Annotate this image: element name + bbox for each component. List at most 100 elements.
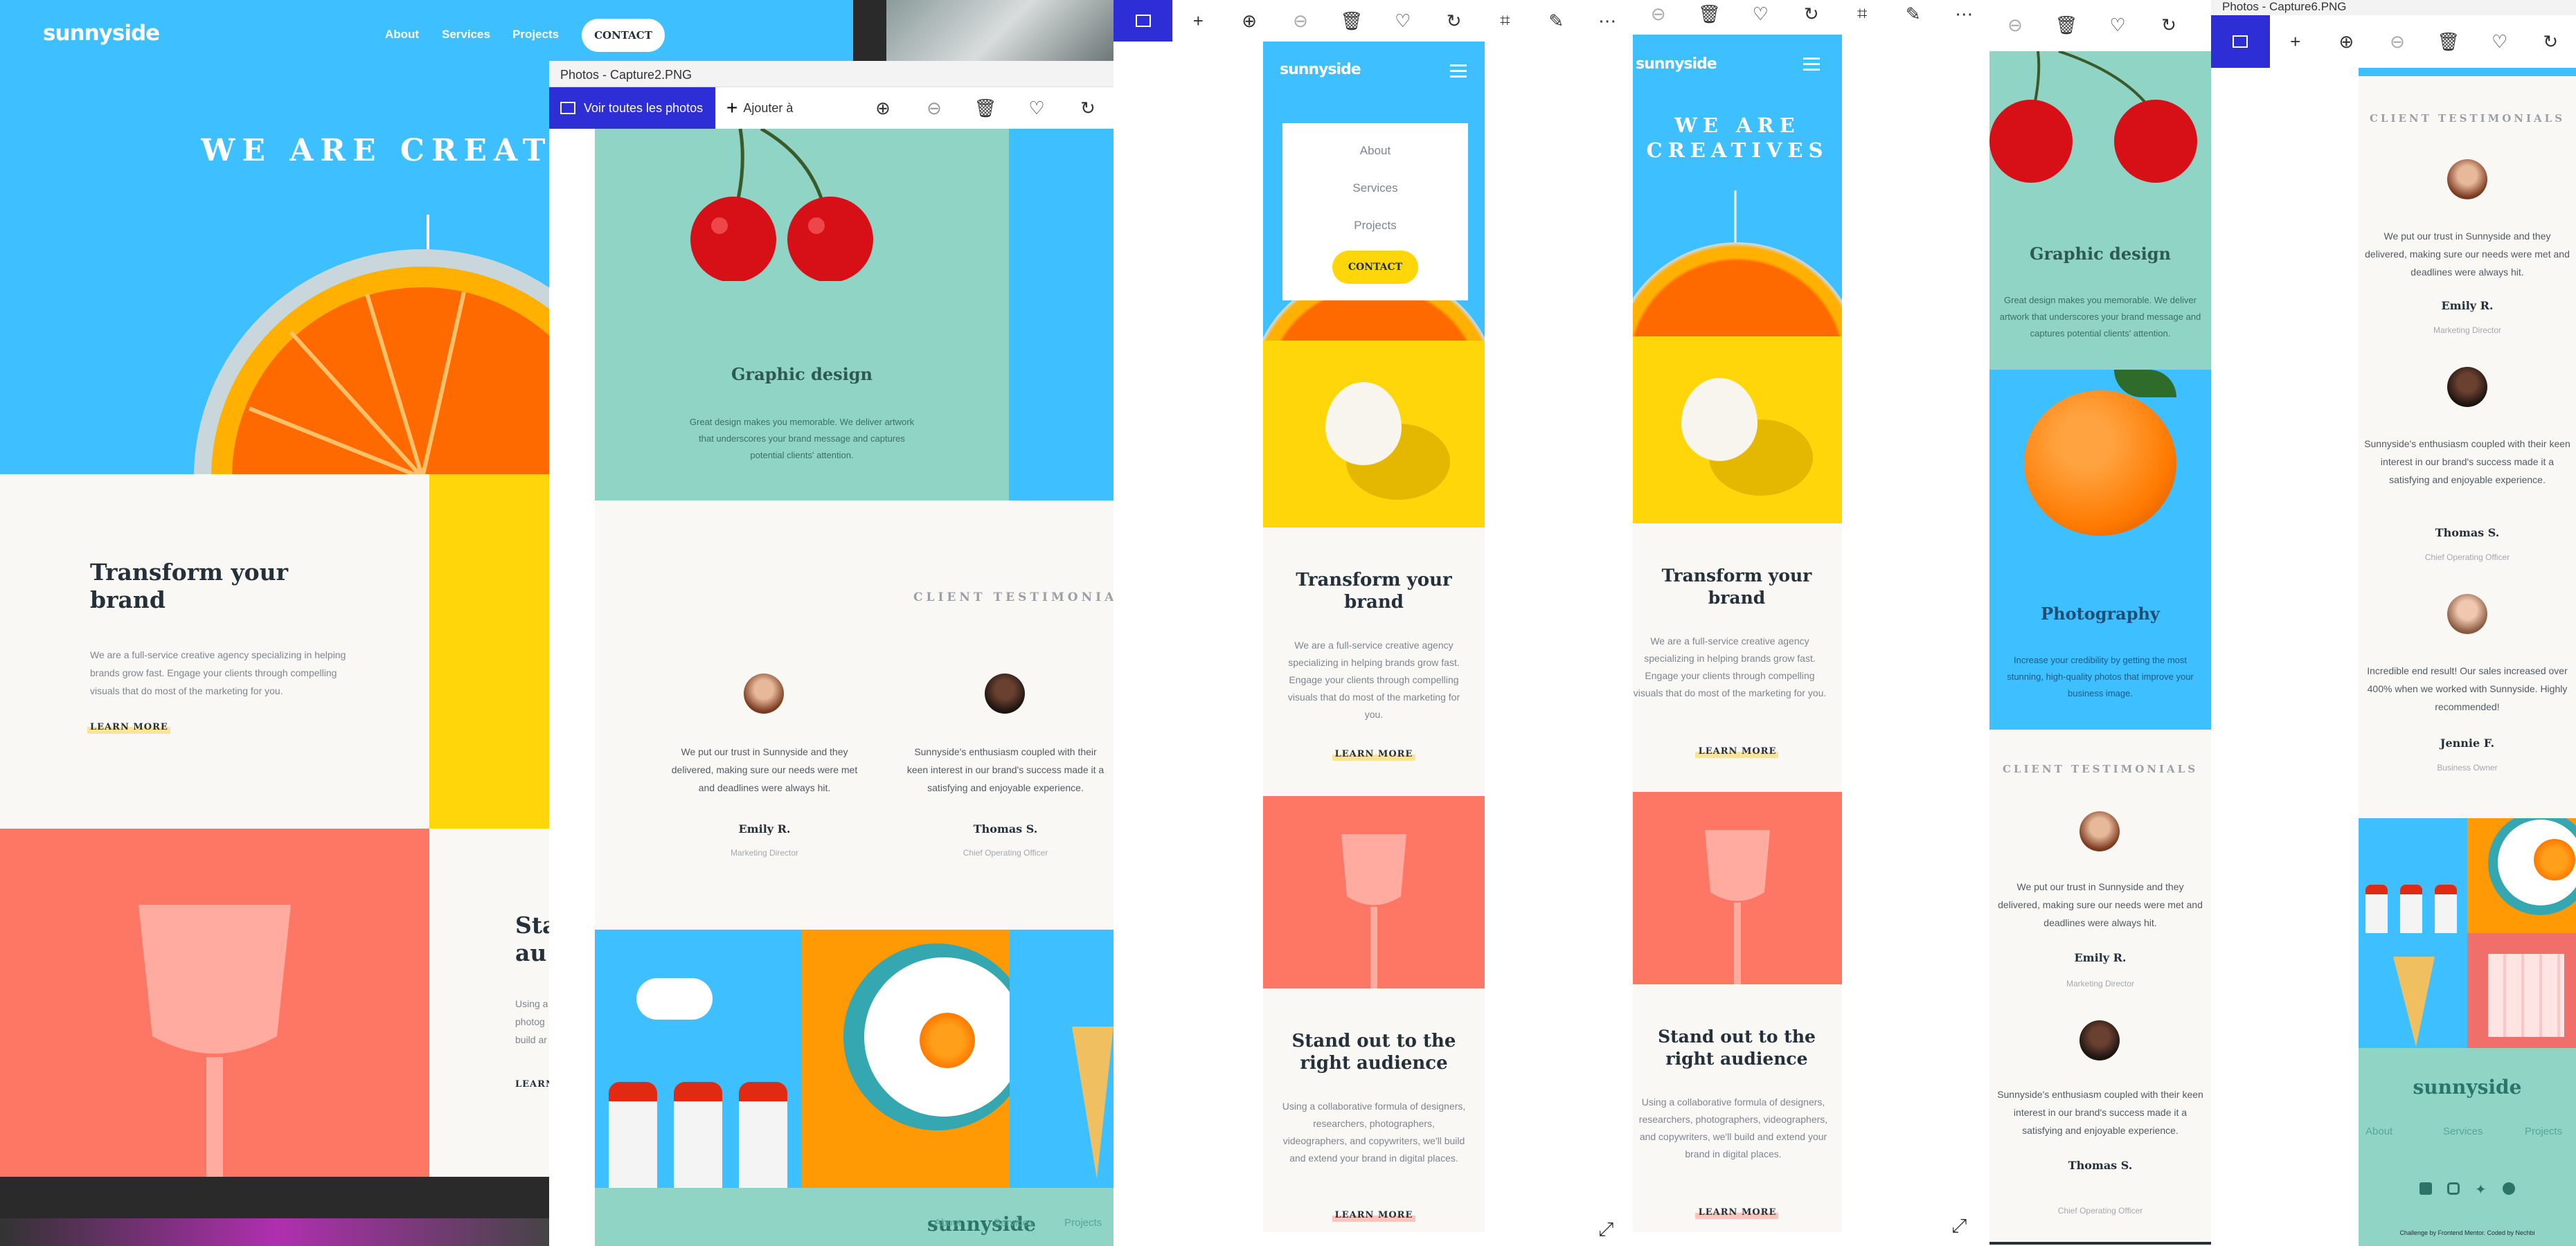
nav-projects[interactable]: Projects bbox=[512, 28, 559, 42]
favorite-icon-4[interactable]: ♡ bbox=[2107, 15, 2128, 35]
mobile-graphic-design-title: Graphic design bbox=[2030, 244, 2171, 264]
edit-icon[interactable]: ✎ bbox=[1546, 10, 1566, 31]
mobile-standout-learn-more-2[interactable]: LEARN MORE bbox=[1633, 1207, 1842, 1218]
expand-icon-2[interactable]: ⤢ bbox=[1951, 1215, 1967, 1238]
add-to-button[interactable]: + Ajouter à bbox=[726, 97, 793, 119]
favorite-icon-3[interactable]: ♡ bbox=[1751, 3, 1771, 24]
see-all-photos-button[interactable]: Voir toutes les photos bbox=[549, 87, 715, 129]
delete-icon-3[interactable]: 🗑 bbox=[1698, 3, 1721, 24]
delete-icon-4[interactable]: 🗑 bbox=[2055, 15, 2078, 35]
small-cone-image bbox=[2393, 957, 2435, 1047]
zoom-out-icon-4[interactable]: ⊖ bbox=[2005, 15, 2025, 35]
mobile-transform-section: Transform your brand We are a full-servi… bbox=[1263, 527, 1485, 796]
edit-icon-3[interactable]: ✎ bbox=[1903, 3, 1924, 24]
mobile-standout-learn-more[interactable]: LEARN MORE bbox=[1263, 1210, 1485, 1220]
mobile-avatar-emily bbox=[2079, 811, 2120, 851]
hamburger-icon[interactable] bbox=[1450, 61, 1467, 81]
plus-icon-2[interactable]: + bbox=[1188, 10, 1208, 31]
gallery-button[interactable] bbox=[1113, 0, 1173, 42]
rotate-icon-4[interactable]: ↻ bbox=[2158, 15, 2179, 35]
window-bottom-border-2 bbox=[1989, 1242, 2211, 1245]
crop-icon-3[interactable]: ⌗ bbox=[1852, 3, 1873, 24]
window-title-6: Photos - Capture6.PNG bbox=[2222, 0, 2347, 13]
mobile-learn-more[interactable]: LEARN MORE bbox=[1263, 749, 1485, 759]
mobile-egg-image-2 bbox=[1633, 336, 1842, 523]
mobile-cup-shape-icon-2 bbox=[1705, 830, 1770, 984]
gallery-orange-plate bbox=[802, 930, 1010, 1188]
delete-icon-6[interactable]: 🗑 bbox=[2437, 31, 2460, 52]
hamburger-icon-2[interactable] bbox=[1803, 54, 1820, 74]
see-all-photos-label: Voir toutes les photos bbox=[584, 100, 704, 115]
learn-more-link[interactable]: LEARN MORE bbox=[90, 722, 168, 732]
footer-services-link[interactable]: Services bbox=[994, 1217, 1034, 1229]
twitter-icon[interactable]: ✦ bbox=[2475, 1181, 2487, 1198]
zoom-out-icon-3[interactable]: ⊖ bbox=[1648, 3, 1669, 24]
zoom-out-icon-2[interactable]: ⊖ bbox=[1290, 10, 1311, 31]
full-testimonial-quote-3: Incredible end result! Our sales increas… bbox=[2367, 665, 2568, 712]
mobile-graphic-design-card: Graphic design Great design makes you me… bbox=[1989, 51, 2211, 370]
rotate-icon-2[interactable]: ↻ bbox=[1444, 10, 1465, 31]
testimonial-quote-1: We put our trust in Sunnyside and they d… bbox=[671, 746, 858, 793]
full-avatar-emily bbox=[2447, 159, 2487, 199]
photos-toolbar-3: ⊖ 🗑 ♡ ↻ ⌗ ✎ ⋯ bbox=[1633, 0, 1989, 28]
full-testimonial-name-1: Emily R. bbox=[2441, 299, 2494, 312]
pinterest-icon[interactable] bbox=[2503, 1182, 2515, 1195]
zoom-in-icon-6[interactable]: ⊕ bbox=[2336, 31, 2357, 52]
full-testimonial-role-1: Marketing Director bbox=[2433, 325, 2502, 335]
footer-about-link[interactable]: About bbox=[934, 1217, 961, 1229]
favorite-icon[interactable]: ♡ bbox=[1026, 98, 1047, 118]
nav-services[interactable]: Services bbox=[442, 28, 490, 42]
rotate-icon-6[interactable]: ↻ bbox=[2540, 31, 2561, 52]
mobile-learn-more-2[interactable]: LEARN MORE bbox=[1633, 746, 1842, 757]
full-footer-projects[interactable]: Projects bbox=[2525, 1126, 2562, 1137]
mobile-standout-section-2: Stand out to the right audience Using a … bbox=[1633, 984, 1842, 1232]
dropdown-about[interactable]: About bbox=[1282, 144, 1468, 158]
rotate-icon[interactable]: ↻ bbox=[1077, 98, 1098, 118]
full-gallery-sugar bbox=[2467, 933, 2576, 1048]
contact-button[interactable]: CONTACT bbox=[582, 19, 665, 52]
facebook-icon[interactable] bbox=[2420, 1182, 2432, 1195]
mobile-logo-2[interactable]: sunnyside bbox=[1636, 55, 1717, 73]
rotate-icon-3[interactable]: ↻ bbox=[1801, 3, 1822, 24]
plus-icon-6[interactable]: + bbox=[2285, 31, 2306, 52]
zoom-out-icon[interactable]: ⊖ bbox=[924, 98, 945, 118]
crop-icon[interactable]: ⌗ bbox=[1495, 10, 1516, 31]
full-footer-about[interactable]: About bbox=[2365, 1126, 2392, 1137]
full-testimonial-quote-1: We put our trust in Sunnyside and they d… bbox=[2365, 231, 2570, 278]
more-icon[interactable]: ⋯ bbox=[1597, 10, 1618, 31]
instagram-icon[interactable] bbox=[2447, 1182, 2460, 1195]
mobile-page: sunnyside About Services Projects CONTAC… bbox=[1263, 42, 1485, 1232]
graphic-design-body: Great design makes you memorable. We del… bbox=[689, 417, 915, 460]
footer-links-row: About Services Projects bbox=[930, 1196, 1113, 1246]
more-icon-3[interactable]: ⋯ bbox=[1954, 3, 1975, 24]
full-testimonial-name-3: Jennie F. bbox=[2440, 737, 2495, 750]
brand-logo[interactable]: sunnyside bbox=[43, 21, 159, 46]
full-footer-brand[interactable]: sunnyside bbox=[2359, 1076, 2576, 1099]
mobile-testimonial-quote-1: We put our trust in Sunnyside and they d… bbox=[1998, 881, 2203, 928]
favorite-icon-6[interactable]: ♡ bbox=[2489, 31, 2510, 52]
photos-toolbar: Voir toutes les photos + Ajouter à ⊕ ⊖ 🗑… bbox=[549, 87, 1113, 129]
gallery-button-6[interactable] bbox=[2211, 15, 2270, 68]
gallery-icon-6 bbox=[2233, 35, 2248, 48]
nav-about[interactable]: About bbox=[385, 28, 419, 42]
photos-toolbar-2: + ⊕ ⊖ 🗑 ♡ ↻ ⌗ ✎ ⋯ bbox=[1113, 0, 1633, 42]
full-footer-services[interactable]: Services bbox=[2443, 1126, 2483, 1137]
add-to-label: Ajouter à bbox=[743, 100, 794, 115]
favorite-icon-2[interactable]: ♡ bbox=[1393, 10, 1413, 31]
dropdown-contact-button[interactable]: CONTACT bbox=[1332, 251, 1418, 284]
footer-projects-link[interactable]: Projects bbox=[1064, 1217, 1102, 1229]
gallery-icon-2 bbox=[1135, 15, 1151, 27]
mobile-logo[interactable]: sunnyside bbox=[1280, 61, 1361, 78]
delete-icon-2[interactable]: 🗑 bbox=[1340, 10, 1363, 31]
photos-window-capture2: Photos - Capture2.PNG Voir toutes les ph… bbox=[549, 61, 1113, 1246]
expand-icon[interactable]: ⤢ bbox=[1598, 1218, 1613, 1241]
mobile-standout-section: Stand out to the right audience Using a … bbox=[1263, 988, 1485, 1231]
zoom-in-icon[interactable]: ⊕ bbox=[873, 98, 893, 118]
zoom-in-icon-2[interactable]: ⊕ bbox=[1239, 10, 1260, 31]
dropdown-services[interactable]: Services bbox=[1282, 181, 1468, 195]
delete-icon[interactable]: 🗑 bbox=[974, 98, 997, 118]
dropdown-projects[interactable]: Projects bbox=[1282, 219, 1468, 233]
plus-icon: + bbox=[726, 97, 738, 118]
zoom-out-icon-6[interactable]: ⊖ bbox=[2387, 31, 2408, 52]
mobile-transform-body: We are a full-service creative agency sp… bbox=[1287, 640, 1460, 720]
